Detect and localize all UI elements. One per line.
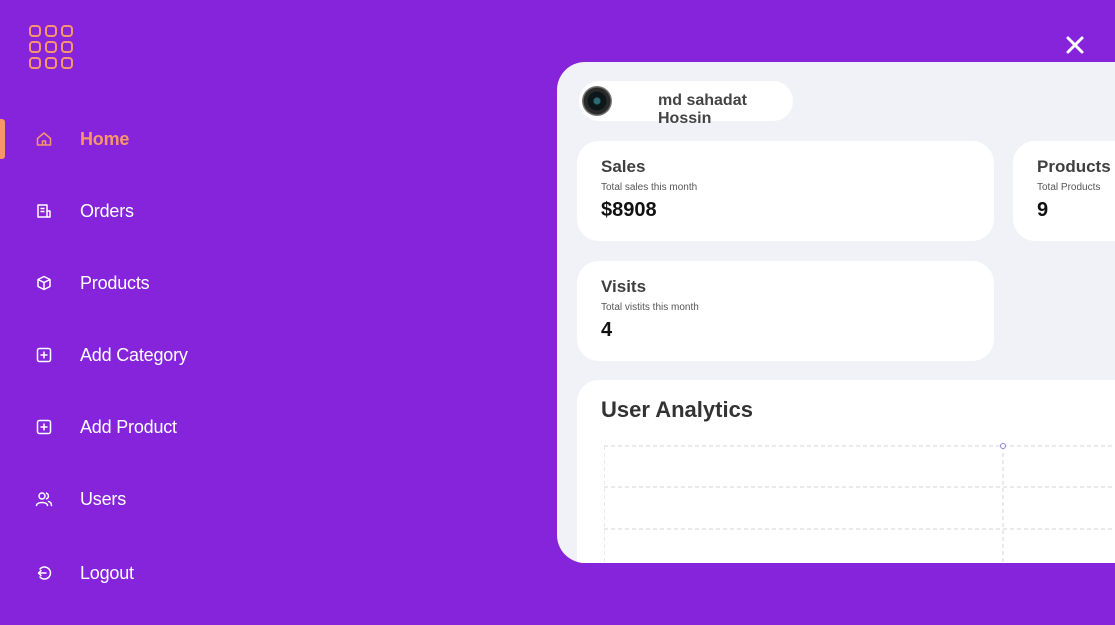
card-subtitle: Total Products — [1037, 182, 1101, 193]
profile-name: md sahadat Hossin — [658, 92, 747, 127]
sidebar-item-logout[interactable]: Logout — [0, 553, 300, 593]
plus-square-icon — [35, 346, 53, 364]
users-icon — [35, 490, 53, 508]
box-icon — [35, 274, 53, 292]
avatar — [582, 86, 612, 116]
card-value: 9 — [1037, 199, 1049, 221]
home-icon — [35, 130, 53, 148]
sidebar-item-home[interactable]: Home — [0, 119, 300, 159]
orders-icon — [35, 202, 53, 220]
visits-card: Visits Total vistits this month 4 — [577, 261, 994, 361]
card-value: 4 — [601, 319, 613, 341]
dashboard-panel: md sahadat Hossin Sales Total sales this… — [557, 62, 1115, 563]
sidebar-item-products[interactable]: Products — [0, 263, 300, 303]
section-title: User Analytics — [601, 397, 754, 422]
app-logo-grid-icon — [29, 25, 75, 71]
card-title: Visits — [601, 277, 647, 296]
sales-card: Sales Total sales this month $8908 — [577, 141, 994, 241]
card-title: Sales — [601, 157, 646, 176]
analytics-chart — [604, 443, 1115, 563]
sidebar-item-label: Users — [80, 488, 127, 509]
sidebar-item-label: Logout — [80, 562, 134, 583]
chart-point — [1000, 443, 1006, 449]
plus-square-icon — [35, 418, 53, 436]
sidebar-item-label: Add Category — [80, 344, 188, 365]
profile-chip[interactable]: md sahadat Hossin — [579, 81, 793, 127]
sidebar-item-add-product[interactable]: Add Product — [0, 407, 300, 447]
card-subtitle: Total sales this month — [601, 182, 698, 193]
card-subtitle: Total vistits this month — [601, 302, 699, 313]
sidebar-item-label: Products — [80, 272, 150, 293]
sidebar-item-label: Orders — [80, 200, 134, 221]
sidebar-item-users[interactable]: Users — [0, 479, 300, 519]
sidebar-item-add-category[interactable]: Add Category — [0, 335, 300, 375]
sidebar-item-label: Add Product — [80, 416, 177, 437]
card-value: $8908 — [601, 199, 657, 221]
card-title: Products — [1037, 157, 1111, 176]
sidebar-item-orders[interactable]: Orders — [0, 191, 300, 231]
user-analytics-card: User Analytics — [577, 380, 1115, 563]
close-icon[interactable] — [1062, 32, 1088, 58]
products-card: Products Total Products 9 — [1013, 141, 1115, 241]
sidebar-item-label: Home — [80, 128, 130, 149]
logout-icon — [35, 564, 53, 582]
